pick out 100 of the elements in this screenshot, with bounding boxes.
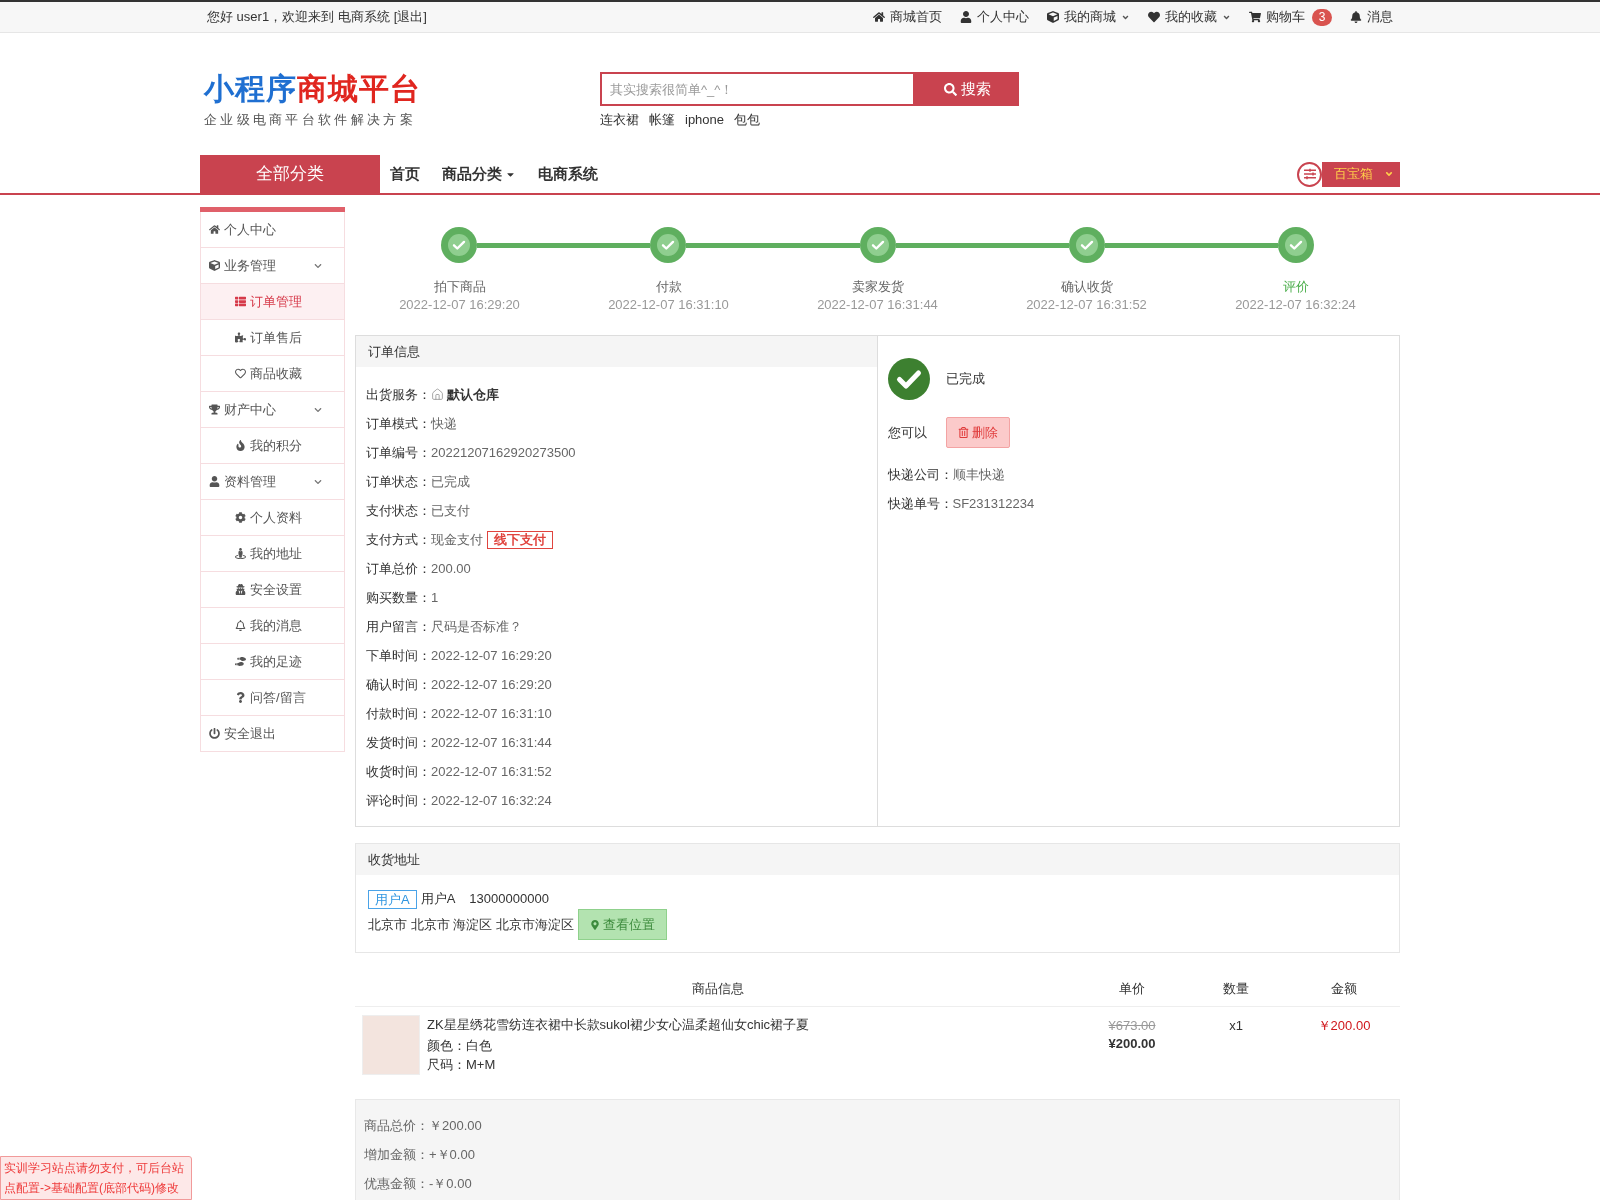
- field-label: 评论时间：: [366, 791, 431, 810]
- sidebar-subitem[interactable]: 个人资料: [200, 500, 345, 536]
- greeting-text: 您好 user1，欢迎来到 电商系统: [207, 8, 390, 27]
- question-icon: [235, 692, 246, 703]
- user-icon: [960, 11, 972, 23]
- sidebar-item[interactable]: 业务管理: [200, 248, 345, 284]
- field-value: 快递: [431, 414, 457, 433]
- product-name: ZK星星绣花雪纺连衣裙中长款sukol裙少女心温柔超仙女chic裙子夏: [427, 1017, 810, 1033]
- home-icon: [873, 11, 885, 23]
- field-value: 默认仓库: [447, 385, 499, 404]
- power-icon: [209, 728, 220, 739]
- top-nav-link[interactable]: 个人中心: [960, 7, 1029, 27]
- step-label: 卖家发货: [851, 279, 904, 295]
- summary-value: +￥0.00: [429, 1145, 475, 1164]
- field-label: 快递单号：: [887, 494, 953, 513]
- logout-link[interactable]: [退出]: [393, 7, 427, 27]
- cube-icon: [1047, 11, 1059, 23]
- search-field[interactable]: 其实搜索很简单^_^！: [600, 72, 915, 106]
- main-nav-link[interactable]: 电商系统: [538, 162, 598, 186]
- sidebar-item[interactable]: 安全退出: [200, 716, 345, 752]
- recipient-name: 用户A: [420, 890, 456, 909]
- payment-tag: 线下支付: [487, 530, 553, 549]
- sliders-icon: [1297, 161, 1322, 187]
- trash-icon: [957, 427, 969, 438]
- chevron-down-icon: [1384, 169, 1394, 179]
- top-nav-link[interactable]: 我的收藏: [1148, 7, 1231, 27]
- cube-icon: [209, 260, 220, 271]
- field-label: 订单编号：: [366, 443, 431, 462]
- field-value: 已完成: [431, 472, 470, 491]
- photo-placeholder: [362, 1015, 420, 1075]
- field-value: 200.00: [431, 559, 471, 578]
- sidebar-subitem[interactable]: 我的积分: [200, 428, 345, 464]
- user-icon: [209, 476, 220, 487]
- step-time: 2022-12-07 16:31:10: [608, 297, 729, 313]
- home-icon: [209, 224, 220, 235]
- step-label: 确认收货: [1060, 279, 1113, 295]
- step-time: 2022-12-07 16:32:24: [1235, 297, 1356, 313]
- field-value: SF231312234: [952, 494, 1035, 513]
- column-header: 金额: [1331, 981, 1357, 997]
- puzzle-icon: [235, 332, 246, 343]
- heart-icon: [1148, 11, 1160, 23]
- field-label: 收货时间：: [366, 762, 431, 781]
- quantity-text: x1: [1229, 1017, 1243, 1034]
- top-nav-link[interactable]: 消息: [1350, 7, 1393, 27]
- top-nav-link[interactable]: 商城首页: [873, 7, 942, 27]
- field-value: 2022-12-07 16:29:20: [431, 675, 552, 694]
- address-text: 北京市 北京市 海淀区 北京市海淀区: [368, 915, 574, 934]
- sidebar-subitem[interactable]: 订单售后: [200, 320, 345, 356]
- actions-label: 您可以: [887, 423, 927, 442]
- flame-icon: [235, 440, 246, 451]
- map-pin-icon: [589, 919, 600, 930]
- person-pin-icon: [235, 548, 246, 559]
- search-button[interactable]: 搜索: [915, 72, 1019, 106]
- panel-header: 订单信息: [356, 336, 877, 367]
- logo-slogan: 企业级电商平台软件解决方案: [204, 112, 417, 128]
- field-value: 1: [431, 588, 439, 607]
- sidebar-item[interactable]: 个人中心: [200, 212, 345, 248]
- sidebar-subitem[interactable]: 安全设置: [200, 572, 345, 608]
- panel-header: 收货地址: [356, 844, 1399, 875]
- field-value: 20221207162920273500: [431, 443, 576, 462]
- top-nav-link[interactable]: 购物车 3: [1249, 7, 1332, 27]
- field-value: 2022-12-07 16:32:24: [431, 791, 552, 810]
- trophy-icon: [209, 404, 220, 415]
- sidebar-item[interactable]: 资料管理: [200, 464, 345, 500]
- hot-keyword-link[interactable]: 帐篷: [649, 111, 675, 129]
- hot-keyword-link[interactable]: iphone: [685, 111, 725, 129]
- sidebar-subitem[interactable]: 商品收藏: [200, 356, 345, 392]
- logo-text: 商城平台: [297, 72, 421, 106]
- field-value: 顺丰快递: [952, 465, 1005, 484]
- field-value: 2022-12-07 16:29:20: [431, 646, 552, 665]
- recipient-phone: 13000000000: [469, 890, 549, 909]
- sidebar-subitem[interactable]: 我的地址: [200, 536, 345, 572]
- field-value: 现金支付: [431, 530, 483, 549]
- field-label: 购买数量：: [366, 588, 431, 607]
- amount-text: ￥200.00: [1317, 1017, 1371, 1034]
- footprints-icon: [235, 656, 246, 667]
- sidebar-subitem[interactable]: 订单管理: [200, 284, 345, 320]
- unit-price: ¥200.00: [1108, 1035, 1156, 1052]
- step-time: 2022-12-07 16:31:52: [1026, 297, 1147, 313]
- field-value: 尺码是否标准？: [431, 617, 522, 636]
- main-nav-link[interactable]: 商品分类: [442, 162, 516, 186]
- main-nav-link[interactable]: 首页: [390, 162, 420, 186]
- all-categories-button[interactable]: 全部分类: [200, 155, 380, 193]
- field-label: 支付方式：: [366, 530, 431, 549]
- sidebar-subitem[interactable]: 我的消息: [200, 608, 345, 644]
- field-label: 发货时间：: [366, 733, 431, 752]
- sidebar-subitem[interactable]: 问答/留言: [200, 680, 345, 716]
- status-text: 已完成: [945, 370, 985, 389]
- column-header: 数量: [1223, 981, 1249, 997]
- top-nav-link[interactable]: 我的商城: [1047, 7, 1130, 27]
- field-label: 支付状态：: [366, 501, 431, 520]
- step-label: 评价: [1282, 279, 1309, 295]
- sidebar-item[interactable]: 财产中心: [200, 392, 345, 428]
- recipient-tag: 用户A: [368, 889, 417, 909]
- gear-icon: [235, 512, 246, 523]
- hot-keyword-link[interactable]: 包包: [734, 111, 761, 129]
- summary-label: 增加金额：: [364, 1145, 429, 1164]
- field-label: 确认时间：: [366, 675, 431, 694]
- sidebar-subitem[interactable]: 我的足迹: [200, 644, 345, 680]
- hot-keyword-link[interactable]: 连衣裙: [600, 111, 639, 129]
